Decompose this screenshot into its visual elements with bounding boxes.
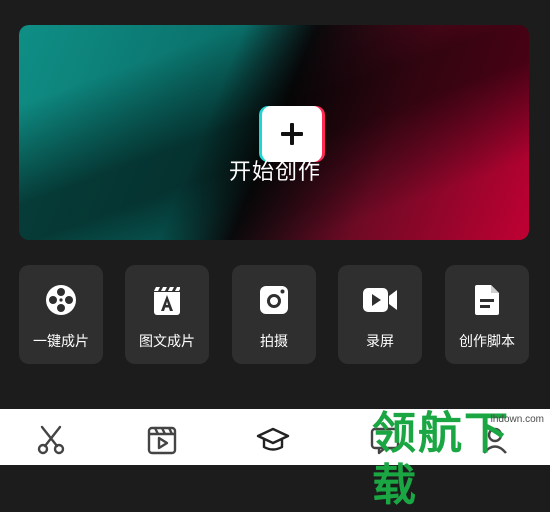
tool-label: 录屏 [366,334,394,350]
watermark-url: lhdown.com [490,414,544,425]
start-creation-card[interactable] [19,25,529,240]
tool-label: 图文成片 [139,334,195,350]
start-creation-label: 开始创作 [228,160,321,185]
tool-creation-script[interactable]: 创作脚本 [445,265,529,364]
film-reel-icon [19,283,103,317]
video-template-icon[interactable] [145,423,179,457]
tool-one-click-video[interactable]: 一键成片 [19,265,103,364]
camera-icon [232,283,316,317]
tool-label: 创作脚本 [459,334,515,350]
tool-label: 一键成片 [33,334,89,350]
watermark: 领航下载 lhdown.com [372,402,550,511]
clapperboard-text-icon [125,283,209,317]
video-camera-icon [338,283,422,317]
tool-label: 拍摄 [260,334,288,350]
document-icon [445,283,529,317]
plus-icon [281,123,303,145]
tool-screen-record[interactable]: 录屏 [338,265,422,364]
graduation-cap-icon[interactable] [256,423,290,457]
tool-shoot[interactable]: 拍摄 [232,265,316,364]
scissors-icon[interactable] [34,423,68,457]
tool-image-text-video[interactable]: 图文成片 [125,265,209,364]
